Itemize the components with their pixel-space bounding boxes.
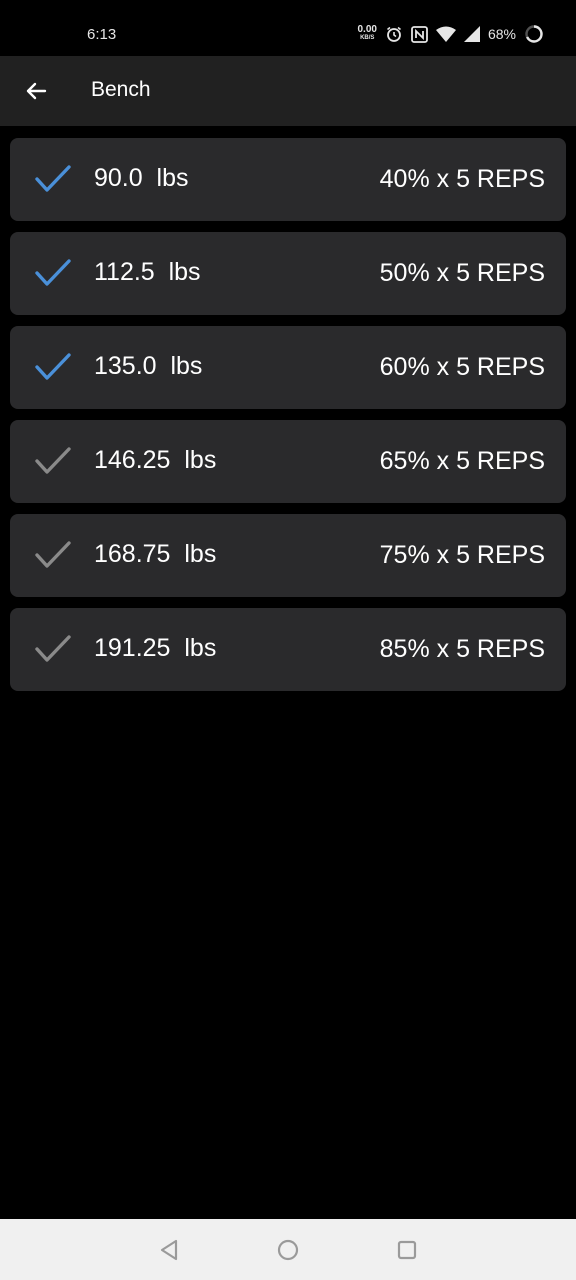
set-weight: 168.75 lbs: [94, 540, 217, 568]
set-list: 90.0 lbs 40% x 5 REPS 112.5 lbs 50% x 5 …: [10, 138, 566, 702]
set-scheme: 65% x 5 REPS: [379, 447, 545, 475]
set-row[interactable]: 146.25 lbs 65% x 5 REPS: [10, 420, 566, 503]
recents-square-icon[interactable]: [394, 1237, 420, 1263]
net-speed-indicator: 0.00 KB/S: [357, 24, 377, 42]
checkmark-icon[interactable]: [34, 256, 72, 290]
wifi-icon: [435, 26, 456, 42]
set-row[interactable]: 90.0 lbs 40% x 5 REPS: [10, 138, 566, 221]
alarm-icon: [385, 25, 403, 43]
checkmark-icon[interactable]: [34, 162, 72, 196]
signal-icon: [463, 26, 480, 42]
home-circle-icon[interactable]: [275, 1237, 301, 1263]
battery-ring-icon: [524, 24, 544, 44]
system-nav-bar: [0, 1219, 576, 1280]
net-speed-unit: KB/S: [360, 35, 375, 41]
checkmark-icon[interactable]: [34, 350, 72, 384]
set-scheme: 50% x 5 REPS: [379, 259, 545, 287]
set-row[interactable]: 112.5 lbs 50% x 5 REPS: [10, 232, 566, 315]
net-speed-value: 0.00: [357, 24, 377, 35]
status-icons: 0.00 KB/S 68%: [358, 24, 545, 44]
set-scheme: 85% x 5 REPS: [379, 635, 545, 663]
set-weight: 112.5 lbs: [94, 258, 201, 286]
set-weight: 191.25 lbs: [94, 634, 217, 662]
screen: 6:13 0.00 KB/S 68% Bench 90.0 lbs 40% x …: [0, 0, 576, 1280]
set-scheme: 40% x 5 REPS: [379, 165, 545, 193]
set-scheme: 60% x 5 REPS: [379, 353, 545, 381]
checkmark-icon[interactable]: [34, 632, 72, 666]
set-row[interactable]: 135.0 lbs 60% x 5 REPS: [10, 326, 566, 409]
status-bar: 6:13 0.00 KB/S 68%: [0, 0, 576, 56]
set-row[interactable]: 191.25 lbs 85% x 5 REPS: [10, 608, 566, 691]
nfc-icon: [411, 25, 428, 43]
page-title: Bench: [91, 78, 151, 101]
back-button[interactable]: [16, 71, 56, 111]
battery-percent: 68%: [487, 26, 516, 42]
set-weight: 90.0 lbs: [94, 164, 189, 192]
set-row[interactable]: 168.75 lbs 75% x 5 REPS: [10, 514, 566, 597]
status-time: 6:13: [87, 26, 117, 43]
arrow-left-icon: [26, 82, 47, 100]
checkmark-icon[interactable]: [34, 444, 72, 478]
checkmark-icon[interactable]: [34, 538, 72, 572]
set-weight: 146.25 lbs: [94, 446, 217, 474]
back-triangle-icon[interactable]: [156, 1237, 182, 1263]
set-weight: 135.0 lbs: [94, 352, 203, 380]
app-bar: Bench: [0, 56, 576, 126]
set-scheme: 75% x 5 REPS: [379, 541, 545, 569]
